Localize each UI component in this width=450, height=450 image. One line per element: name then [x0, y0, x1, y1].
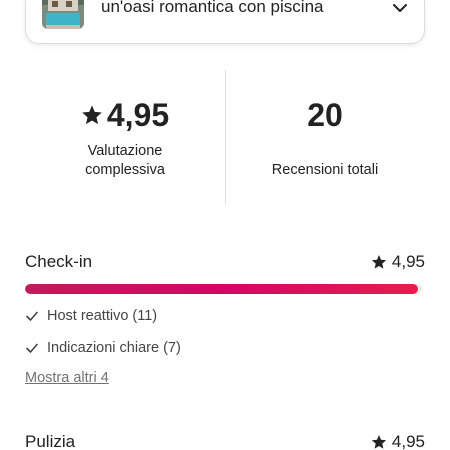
listing-thumbnail [42, 0, 84, 29]
category-rating: 4,95 [371, 252, 425, 272]
overall-rating-label: Valutazione complessiva [85, 143, 165, 178]
check-icon [26, 311, 38, 321]
category-rating-value: 4,95 [391, 252, 425, 271]
star-icon [371, 435, 387, 449]
review-count-label: Recensioni totali [271, 162, 379, 178]
rating-summary: 4,95 Valutazione complessiva 20 Recensio… [25, 70, 425, 204]
check-icon [26, 343, 38, 353]
review-count-block: 20 Recensioni totali [225, 70, 425, 204]
rating-bar [25, 284, 422, 294]
show-more-link[interactable]: Mostra altri 4 [25, 370, 109, 386]
highlight-label: Host reattivo (11) [47, 308, 158, 324]
category-name: Check-in [25, 252, 93, 271]
highlight-item: Indicazioni chiare (7) [25, 338, 181, 358]
category-check-in: Check-in 4,95 Host reattivo (11) Indicaz… [25, 252, 425, 392]
category-pulizia: Pulizia 4,95 [25, 432, 425, 450]
listing-card[interactable]: un'oasi romantica con piscina [25, 0, 425, 44]
star-icon [371, 255, 387, 269]
rating-bar-fill [25, 284, 419, 294]
highlight-label: Indicazioni chiare (7) [47, 340, 181, 356]
review-count-value: 20 [307, 96, 343, 133]
overall-rating-block: 4,95 Valutazione complessiva [25, 70, 225, 204]
chevron-down-icon[interactable] [392, 1, 408, 15]
listing-title: un'oasi romantica con piscina [101, 0, 324, 16]
category-rating-value: 4,95 [391, 432, 425, 450]
highlight-item: Host reattivo (11) [25, 306, 157, 326]
star-icon [82, 105, 102, 125]
category-name: Pulizia [25, 432, 76, 450]
category-rating: 4,95 [371, 432, 425, 450]
overall-rating-value: 4,95 [106, 96, 170, 133]
